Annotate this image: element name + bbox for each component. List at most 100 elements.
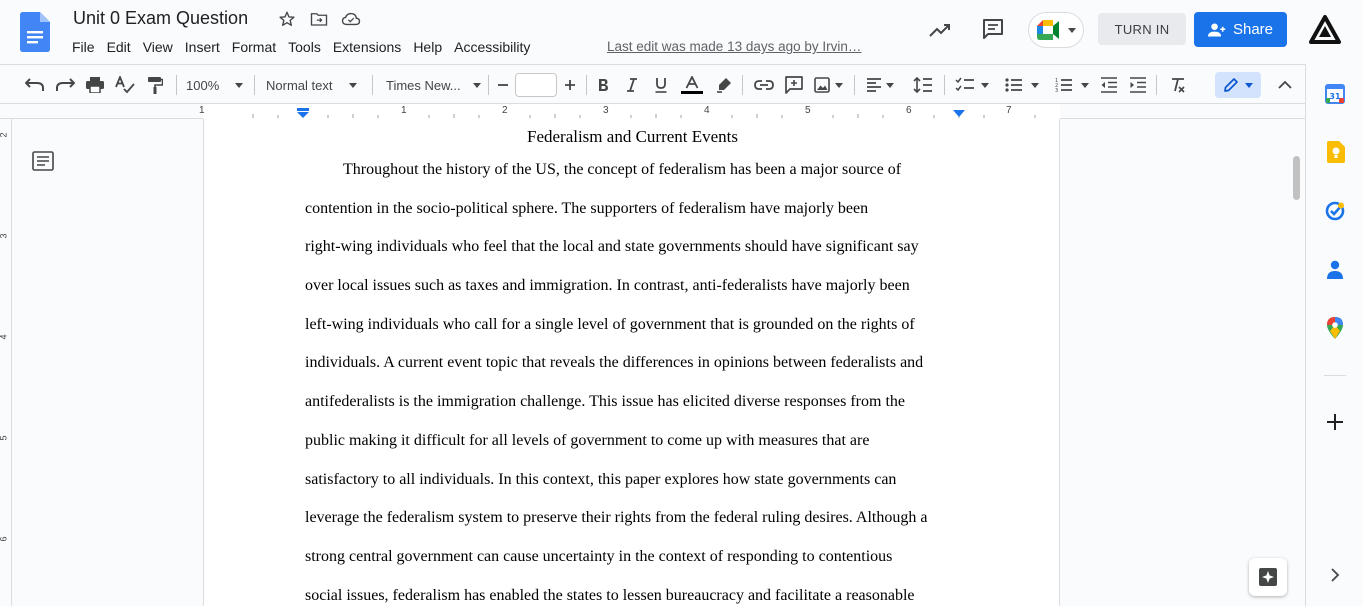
italic-icon[interactable] xyxy=(621,73,643,97)
increase-indent-icon[interactable] xyxy=(1126,73,1150,97)
star-icon[interactable] xyxy=(276,9,298,29)
print-icon[interactable] xyxy=(82,73,108,97)
formatting-toolbar: 100% Normal text Times New... 1 2 3 xyxy=(0,64,1305,104)
editing-mode-select[interactable] xyxy=(1215,72,1261,98)
toolbar-divider xyxy=(176,75,177,95)
ruler-label: 1 xyxy=(401,105,407,116)
body-line: contention in the socio-political sphere… xyxy=(305,199,869,217)
toolbar-divider xyxy=(1156,75,1157,95)
menu-edit[interactable]: Edit xyxy=(101,38,137,56)
font-family-select[interactable]: Times New... xyxy=(386,73,482,97)
horizontal-ruler[interactable]: 1 1 2 3 4 5 6 7 xyxy=(0,104,1305,119)
insert-comment-icon[interactable] xyxy=(782,73,806,97)
document-heading: Federalism and Current Events xyxy=(526,127,739,146)
chevron-down-icon xyxy=(1067,27,1076,33)
numbered-list-icon: 123 xyxy=(1055,78,1072,93)
line-spacing-icon[interactable] xyxy=(910,73,936,97)
activity-trend-icon[interactable] xyxy=(928,18,952,42)
checklist-select[interactable] xyxy=(952,73,992,97)
left-indent-marker-icon[interactable] xyxy=(296,108,310,118)
sparkle-icon xyxy=(1259,568,1277,586)
explore-assist-button[interactable] xyxy=(1249,558,1287,596)
scrollbar-thumb[interactable] xyxy=(1293,156,1300,200)
underline-icon[interactable] xyxy=(650,73,672,97)
decrease-font-size-button[interactable] xyxy=(492,73,514,97)
increase-font-size-button[interactable] xyxy=(559,73,581,97)
maps-icon[interactable] xyxy=(1324,317,1346,339)
font-size-input[interactable] xyxy=(515,73,557,97)
docs-logo-icon[interactable] xyxy=(20,12,50,52)
document-body[interactable]: Throughout the history of the US, the co… xyxy=(305,156,965,606)
redo-icon[interactable] xyxy=(52,73,78,97)
calendar-icon[interactable]: 31 xyxy=(1324,83,1346,105)
side-panel-divider xyxy=(1324,375,1346,376)
checklist-icon xyxy=(955,77,974,92)
insert-image-button[interactable] xyxy=(810,73,846,97)
paragraph-style-select[interactable]: Normal text xyxy=(266,73,362,97)
highlight-icon[interactable] xyxy=(712,73,736,97)
body-line: satisfactory to all individuals. In this… xyxy=(305,470,897,488)
insert-link-icon[interactable] xyxy=(752,73,776,97)
body-line: leverage the federalism system to preser… xyxy=(305,509,928,527)
menu-extensions[interactable]: Extensions xyxy=(327,38,407,56)
chevron-down-icon xyxy=(1245,82,1253,88)
menu-view[interactable]: View xyxy=(137,38,179,56)
expand-panel-icon[interactable] xyxy=(1324,564,1346,586)
text-color-icon[interactable] xyxy=(680,73,704,97)
menu-accessibility[interactable]: Accessibility xyxy=(448,38,536,56)
vertical-ruler[interactable]: 2 3 4 5 6 xyxy=(0,119,12,606)
share-person-icon xyxy=(1207,22,1226,37)
meet-button[interactable] xyxy=(1028,12,1084,48)
decrease-indent-icon[interactable] xyxy=(1097,73,1121,97)
ruler-tick-marks xyxy=(252,114,1036,118)
turn-in-button[interactable]: TURN IN xyxy=(1098,13,1186,45)
font-family-value: Times New... xyxy=(386,77,461,93)
chevron-down-icon xyxy=(981,82,989,88)
ruler-label: 1 xyxy=(199,105,205,116)
zoom-value: 100% xyxy=(186,77,220,93)
menu-file[interactable]: File xyxy=(66,38,101,56)
numbered-list-select[interactable]: 123 xyxy=(1052,73,1092,97)
last-edit-link[interactable]: Last edit was made 13 days ago by Irvin… xyxy=(607,39,861,54)
contacts-icon[interactable] xyxy=(1324,259,1346,281)
toolbar-divider xyxy=(372,75,373,95)
ruler-label: 4 xyxy=(704,105,710,116)
cloud-saved-icon[interactable] xyxy=(340,9,362,29)
tasks-icon[interactable] xyxy=(1324,200,1346,222)
ruler-page-area xyxy=(203,104,1060,119)
calendar-day: 31 xyxy=(1329,92,1341,101)
keep-icon[interactable] xyxy=(1324,141,1346,163)
chevron-down-icon xyxy=(349,82,358,88)
hide-menus-chevron-up-icon[interactable] xyxy=(1274,73,1296,97)
align-select[interactable] xyxy=(862,73,898,97)
text-color-bar xyxy=(681,91,703,94)
share-button[interactable]: Share xyxy=(1194,12,1287,47)
clear-formatting-icon[interactable] xyxy=(1166,73,1190,97)
chevron-down-icon xyxy=(886,82,894,88)
chevron-down-icon xyxy=(1031,82,1039,88)
paint-format-icon[interactable] xyxy=(142,73,168,97)
bold-icon[interactable] xyxy=(592,73,614,97)
body-line: individuals. A current event topic that … xyxy=(305,354,924,372)
align-left-icon xyxy=(867,78,881,92)
undo-icon[interactable] xyxy=(22,73,48,97)
document-title[interactable]: Unit 0 Exam Question xyxy=(73,8,248,29)
comments-icon[interactable] xyxy=(981,17,1005,41)
bulleted-list-select[interactable] xyxy=(1002,73,1042,97)
spellcheck-icon[interactable] xyxy=(112,73,138,97)
account-avatar-icon[interactable] xyxy=(1309,14,1341,46)
menu-tools[interactable]: Tools xyxy=(282,38,327,56)
menu-help[interactable]: Help xyxy=(407,38,448,56)
menu-insert[interactable]: Insert xyxy=(179,38,226,56)
zoom-select[interactable]: 100% xyxy=(186,73,246,97)
ruler-label: 5 xyxy=(0,435,9,440)
ruler-label: 5 xyxy=(805,105,811,116)
menu-format[interactable]: Format xyxy=(226,38,282,56)
move-to-folder-icon[interactable] xyxy=(308,9,330,29)
right-indent-marker-icon[interactable] xyxy=(952,110,966,118)
plus-icon[interactable] xyxy=(1324,411,1346,433)
document-page[interactable]: Federalism and Current Events Throughout… xyxy=(203,119,1060,606)
image-icon xyxy=(813,77,830,93)
document-outline-icon[interactable] xyxy=(32,151,54,173)
chevron-down-icon xyxy=(235,82,244,88)
